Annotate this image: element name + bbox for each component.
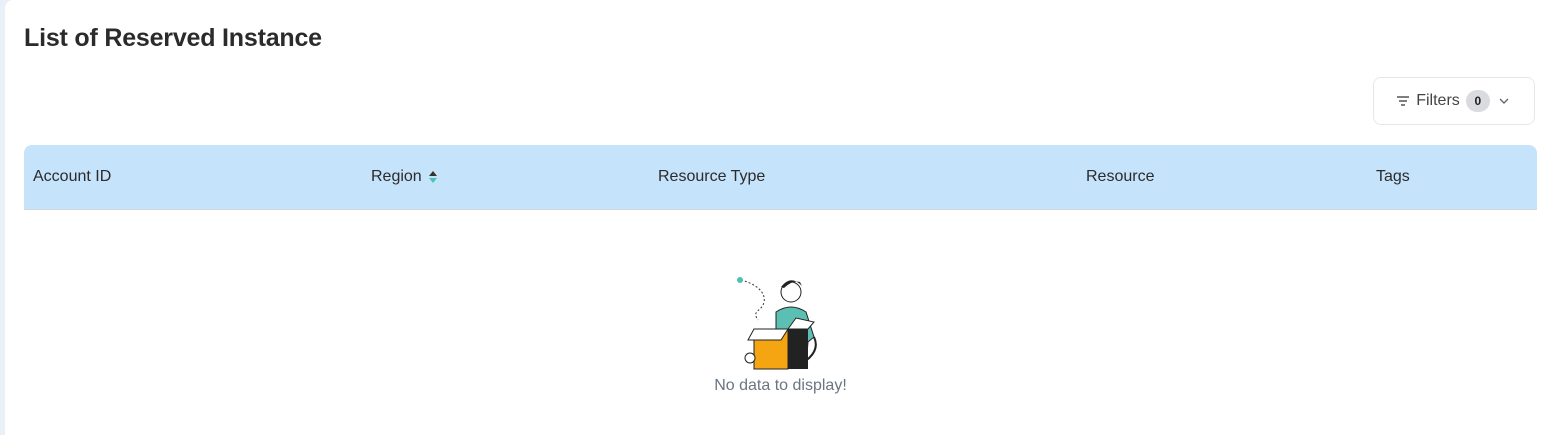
empty-state-illustration (5, 272, 1556, 377)
table-header: Account ID Region Resource Type Resource… (24, 145, 1537, 210)
column-tags[interactable]: Tags (1376, 168, 1410, 186)
sort-icon[interactable] (428, 170, 438, 184)
person-with-box-icon (736, 277, 817, 370)
page-title: List of Reserved Instance (24, 24, 322, 52)
filters-label: Filters (1416, 92, 1460, 109)
filters-count-badge: 0 (1465, 90, 1490, 112)
column-account-id[interactable]: Account ID (33, 168, 111, 186)
column-resource-type[interactable]: Resource Type (658, 168, 765, 186)
empty-state-message: No data to display! (714, 377, 847, 394)
filters-button[interactable]: Filters 0 (1373, 77, 1535, 125)
column-resource[interactable]: Resource (1086, 168, 1154, 186)
reserved-instance-card: List of Reserved Instance Filters 0 Acco… (5, 0, 1556, 435)
chevron-down-icon (1499, 98, 1509, 104)
filter-icon (1397, 96, 1410, 106)
column-region[interactable]: Region (371, 168, 438, 186)
